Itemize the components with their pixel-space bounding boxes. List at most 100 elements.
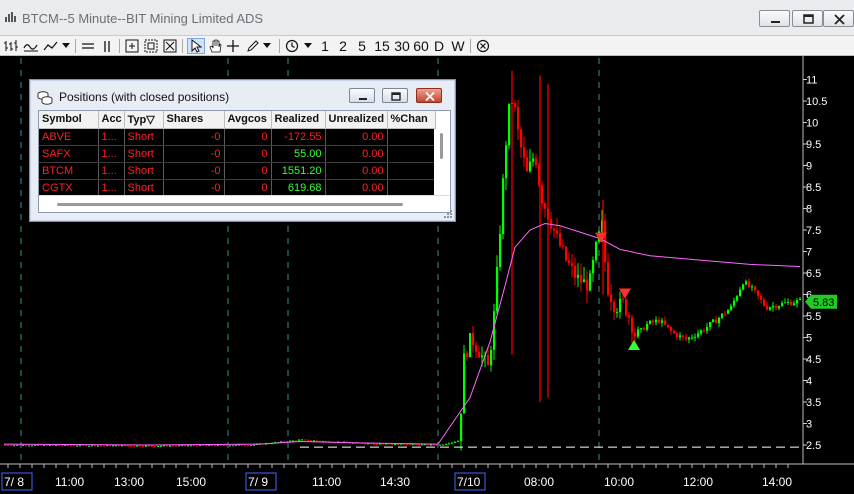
positions-minimize-button[interactable]	[349, 88, 375, 103]
interval-60[interactable]: 60	[412, 38, 430, 54]
line-style-button[interactable]	[22, 38, 40, 54]
interval-button[interactable]	[284, 38, 300, 54]
candle-body	[244, 445, 247, 447]
candle-body	[157, 446, 160, 448]
scrollbar-thumb[interactable]	[57, 203, 403, 206]
candle-body	[112, 445, 115, 447]
zoom-area-button[interactable]	[143, 38, 159, 54]
candle-body	[106, 445, 109, 447]
scrollbar-thumb[interactable]	[440, 133, 443, 159]
positions-vertical-scrollbar[interactable]	[434, 129, 448, 195]
time-label: 14:30	[380, 475, 410, 489]
crosshair-tool-button[interactable]	[225, 38, 241, 54]
candle-body	[133, 446, 136, 448]
crosshair-icon	[227, 40, 239, 52]
candle-body	[517, 107, 520, 130]
horizontal-line-button[interactable]	[80, 38, 96, 54]
close-button[interactable]	[823, 10, 854, 27]
toolbar: 1 2 5 15 30 60 D W	[0, 36, 854, 56]
candle-body	[49, 444, 52, 446]
table-row[interactable]: BTCM 1... Short -0 0 1551.20 0.00	[39, 162, 436, 180]
column-header-type[interactable]: Typ▽	[124, 111, 164, 129]
candle-body	[169, 445, 172, 447]
zoom-in-button[interactable]	[124, 38, 140, 54]
candle-body	[205, 445, 208, 447]
cancel-button[interactable]	[475, 38, 491, 54]
candle-body	[241, 444, 244, 446]
candle-body	[373, 443, 376, 445]
interval-1[interactable]: 1	[319, 38, 331, 54]
positions-window[interactable]: Positions (with closed positions) Symbol…	[29, 79, 456, 222]
draw-tool-dropdown[interactable]	[262, 38, 272, 54]
column-header-realized[interactable]: Realized	[271, 111, 326, 129]
cell-account: 1...	[98, 128, 125, 146]
price-tick-label: 5.5	[806, 311, 821, 323]
vertical-line-button[interactable]	[99, 38, 115, 54]
candle-body	[727, 310, 730, 314]
candle-body	[652, 320, 655, 323]
interval-2[interactable]: 2	[337, 38, 349, 54]
drawing-style-button[interactable]	[42, 38, 60, 54]
positions-horizontal-scrollbar[interactable]	[39, 195, 450, 212]
style-dropdown[interactable]	[61, 38, 71, 54]
trading-app: BTCM--5 Minute--BIT Mining Limited ADS 1…	[0, 0, 854, 494]
minimize-button[interactable]	[759, 10, 790, 27]
cell-unrealized: 0.00	[325, 145, 388, 163]
candle-body	[4, 445, 7, 446]
column-header-unrealized[interactable]: Unrealized	[325, 111, 388, 129]
draw-tool-button[interactable]	[245, 38, 261, 54]
column-header-shares[interactable]: Shares	[163, 111, 225, 129]
table-row[interactable]: CGTX 1... Short -0 0 619.68 0.00	[39, 179, 436, 197]
table-row[interactable]: SAFX 1... Short -0 0 55.00 0.00	[39, 145, 436, 163]
close-icon	[834, 14, 845, 25]
interval-weekly[interactable]: W	[450, 38, 466, 54]
positions-close-button[interactable]	[416, 88, 442, 103]
candle-body	[178, 445, 181, 447]
candle-body	[640, 328, 643, 330]
candle-body	[571, 263, 574, 267]
interval-5[interactable]: 5	[356, 38, 368, 54]
interval-daily[interactable]: D	[432, 38, 446, 54]
column-header-symbol[interactable]: Symbol	[39, 111, 99, 129]
candle-body	[46, 444, 49, 446]
pan-tool-button[interactable]	[207, 38, 223, 54]
chart-overlays	[3, 223, 802, 448]
price-tick-label: 8.5	[806, 182, 821, 194]
price-tick-label: 11	[806, 75, 817, 87]
interval-dropdown[interactable]	[303, 38, 313, 54]
candle-body	[187, 445, 190, 447]
candle-body	[577, 274, 580, 278]
title-bar: BTCM--5 Minute--BIT Mining Limited ADS	[0, 0, 854, 36]
candle-body	[649, 320, 652, 324]
bar-style-button[interactable]	[3, 38, 21, 54]
candle-body	[634, 332, 637, 337]
positions-restore-button[interactable]	[382, 88, 408, 103]
candle-body	[562, 245, 565, 247]
column-header-pct-change[interactable]: %Chan	[387, 111, 436, 129]
restore-button[interactable]	[792, 10, 823, 27]
chevron-down-icon	[304, 43, 312, 48]
table-row[interactable]: ABVE 1... Short -0 0 -172.55 0.00	[39, 128, 436, 146]
auto-scale-button[interactable]	[162, 38, 178, 54]
candle-body	[559, 233, 562, 246]
candle-body	[148, 445, 151, 447]
resize-grip-icon[interactable]	[444, 210, 452, 218]
candle-body	[646, 323, 649, 330]
pointer-tool-button[interactable]	[187, 38, 205, 54]
candle-body	[793, 303, 796, 306]
interval-15[interactable]: 15	[373, 38, 391, 54]
column-header-account[interactable]: Acc	[98, 111, 125, 129]
column-header-avgcost[interactable]: Avgcos	[224, 111, 272, 129]
cell-type: Short	[124, 145, 164, 163]
price-tick-label: 3	[806, 419, 812, 431]
interval-30[interactable]: 30	[393, 38, 411, 54]
candle-body	[586, 279, 589, 291]
candle-body	[574, 266, 577, 278]
candle-body	[655, 319, 658, 323]
positions-grid[interactable]: Symbol Acc Typ▽ Shares Avgcos Realized U…	[38, 110, 451, 213]
candle-body	[13, 445, 16, 447]
cell-realized: 619.68	[271, 179, 326, 197]
candle-body	[667, 324, 670, 328]
candle-body	[70, 445, 73, 447]
candle-body	[487, 355, 490, 366]
